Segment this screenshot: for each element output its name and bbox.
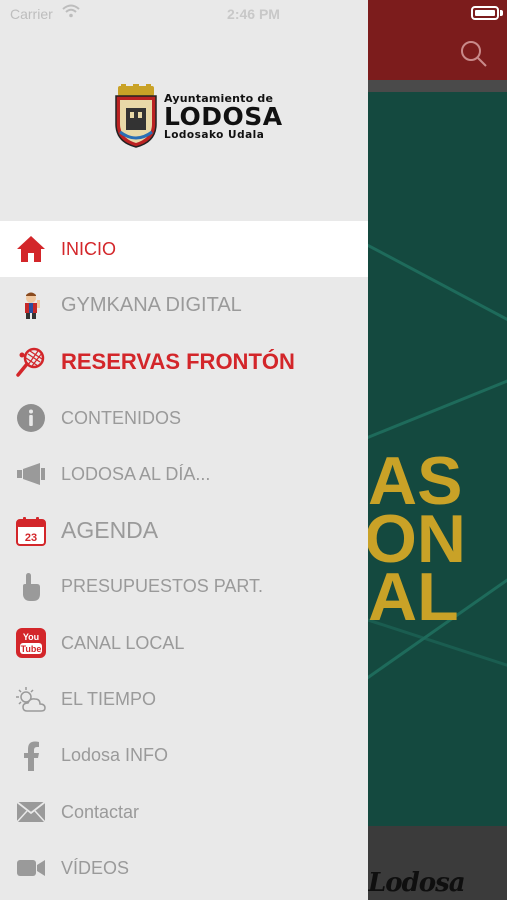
gymkana-character-icon	[16, 290, 46, 320]
footer-logo-text: Lodosa	[368, 868, 466, 898]
youtube-badge-bottom: Tube	[21, 644, 42, 654]
menu-item-contactar[interactable]: Contactar	[0, 784, 368, 840]
youtube-badge-top: You	[23, 632, 39, 642]
search-icon[interactable]	[458, 38, 488, 68]
menu-label-canal-local: CANAL LOCAL	[61, 632, 185, 653]
drawer-menu: INICIO GYMKANA DIGITAL RESERVAS FRONTÓN …	[0, 221, 368, 897]
menu-item-canal-local[interactable]: You Tube CANAL LOCAL	[0, 615, 368, 671]
menu-label-lodosa-info: Lodosa INFO	[61, 745, 169, 766]
megaphone-icon	[16, 459, 46, 489]
info-icon	[16, 403, 46, 433]
facebook-icon	[16, 741, 46, 771]
calendar-icon: 23	[16, 516, 46, 546]
menu-label-reservas-fronton: RESERVAS FRONTÓN	[61, 348, 295, 374]
promo-banner[interactable]: AS ON AL	[368, 92, 507, 826]
menu-label-presupuestos-part: PRESUPUESTOS PART.	[61, 576, 264, 597]
weather-icon	[16, 685, 46, 715]
video-camera-icon	[16, 853, 46, 883]
logo-line-2: LODOSA	[164, 102, 283, 131]
home-icon	[16, 234, 46, 264]
menu-label-contenidos: CONTENIDOS	[61, 407, 182, 428]
battery-icon	[471, 6, 499, 20]
status-time: 2:46 PM	[227, 6, 280, 22]
menu-item-lodosa-info[interactable]: Lodosa INFO	[0, 728, 368, 784]
menu-item-agenda[interactable]: 23 AGENDA	[0, 502, 368, 558]
status-bar: Carrier 2:46 PM	[0, 0, 507, 28]
menu-item-contenidos[interactable]: CONTENIDOS	[0, 390, 368, 446]
calendar-day: 23	[25, 532, 37, 544]
menu-item-reservas-fronton[interactable]: RESERVAS FRONTÓN	[0, 334, 368, 390]
racket-icon	[16, 347, 46, 377]
menu-label-gymkana-digital: GYMKANA DIGITAL	[61, 293, 242, 316]
menu-label-lodosa-al-dia: LODOSA AL DÍA...	[61, 463, 211, 484]
banner-text-line-3: AL	[368, 559, 459, 635]
menu-label-agenda: AGENDA	[61, 517, 159, 544]
header-divider	[368, 80, 507, 92]
menu-item-el-tiempo[interactable]: EL TIEMPO	[0, 671, 368, 727]
menu-item-inicio[interactable]: INICIO	[0, 221, 368, 278]
navigation-drawer: Ayuntamiento de LODOSA Lodosako Udala IN…	[0, 0, 368, 900]
pointer-hand-icon	[16, 572, 46, 602]
menu-item-lodosa-al-dia[interactable]: LODOSA AL DÍA...	[0, 446, 368, 502]
menu-item-videos[interactable]: VÍDEOS	[0, 840, 368, 896]
youtube-icon: You Tube	[16, 628, 46, 659]
menu-label-inicio: INICIO	[61, 238, 117, 259]
menu-label-videos: VÍDEOS	[61, 857, 130, 878]
battery-tip	[500, 10, 503, 16]
menu-item-presupuestos-part[interactable]: PRESUPUESTOS PART.	[0, 559, 368, 615]
menu-label-el-tiempo: EL TIEMPO	[61, 689, 157, 710]
lodosa-logo: Ayuntamiento de LODOSA Lodosako Udala	[112, 84, 282, 150]
menu-item-gymkana-digital[interactable]: GYMKANA DIGITAL	[0, 277, 368, 333]
menu-label-contactar: Contactar	[61, 801, 140, 822]
coat-of-arms-icon	[115, 84, 157, 148]
mail-icon	[16, 797, 46, 827]
